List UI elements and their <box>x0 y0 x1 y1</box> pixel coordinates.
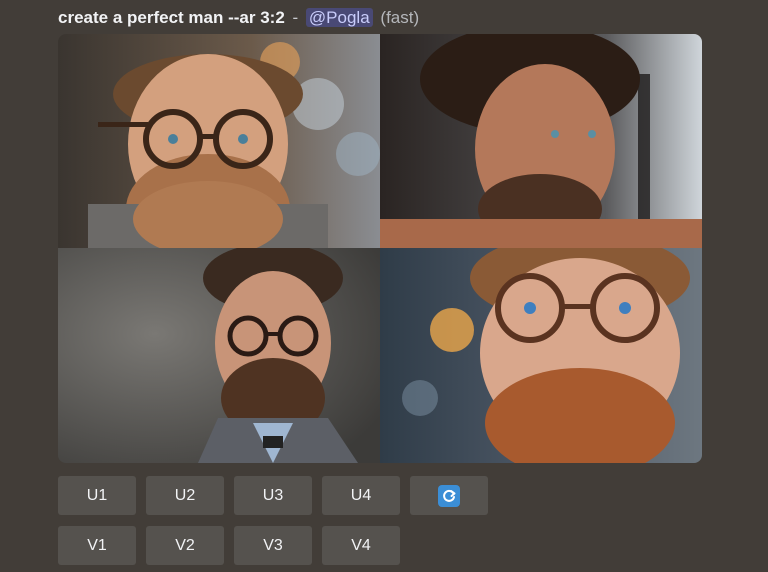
upscale-4-button[interactable]: U4 <box>322 476 400 515</box>
separator: - <box>292 8 299 27</box>
generation-mode: (fast) <box>380 8 420 27</box>
image-tile-1[interactable] <box>58 34 380 248</box>
portrait-image <box>58 34 380 248</box>
message-header: create a perfect man --ar 3:2 - @Pogla (… <box>58 5 419 31</box>
user-mention[interactable]: @Pogla <box>305 8 373 27</box>
upscale-3-button[interactable]: U3 <box>234 476 312 515</box>
upscale-1-button[interactable]: U1 <box>58 476 136 515</box>
image-grid[interactable] <box>58 34 702 463</box>
upscale-button-row: U1 U2 U3 U4 <box>58 476 488 515</box>
image-tile-4[interactable] <box>380 248 702 463</box>
variation-3-button[interactable]: V3 <box>234 526 312 565</box>
portrait-image <box>380 248 702 463</box>
variation-1-button[interactable]: V1 <box>58 526 136 565</box>
variation-4-button[interactable]: V4 <box>322 526 400 565</box>
portrait-image <box>380 34 702 248</box>
image-tile-3[interactable] <box>58 248 380 463</box>
refresh-icon <box>438 484 460 507</box>
image-tile-2[interactable] <box>380 34 702 248</box>
prompt-text: create a perfect man --ar 3:2 <box>58 8 285 27</box>
upscale-2-button[interactable]: U2 <box>146 476 224 515</box>
reroll-button[interactable] <box>410 476 488 515</box>
variation-button-row: V1 V2 V3 V4 <box>58 526 400 565</box>
variation-2-button[interactable]: V2 <box>146 526 224 565</box>
portrait-image <box>58 248 380 463</box>
